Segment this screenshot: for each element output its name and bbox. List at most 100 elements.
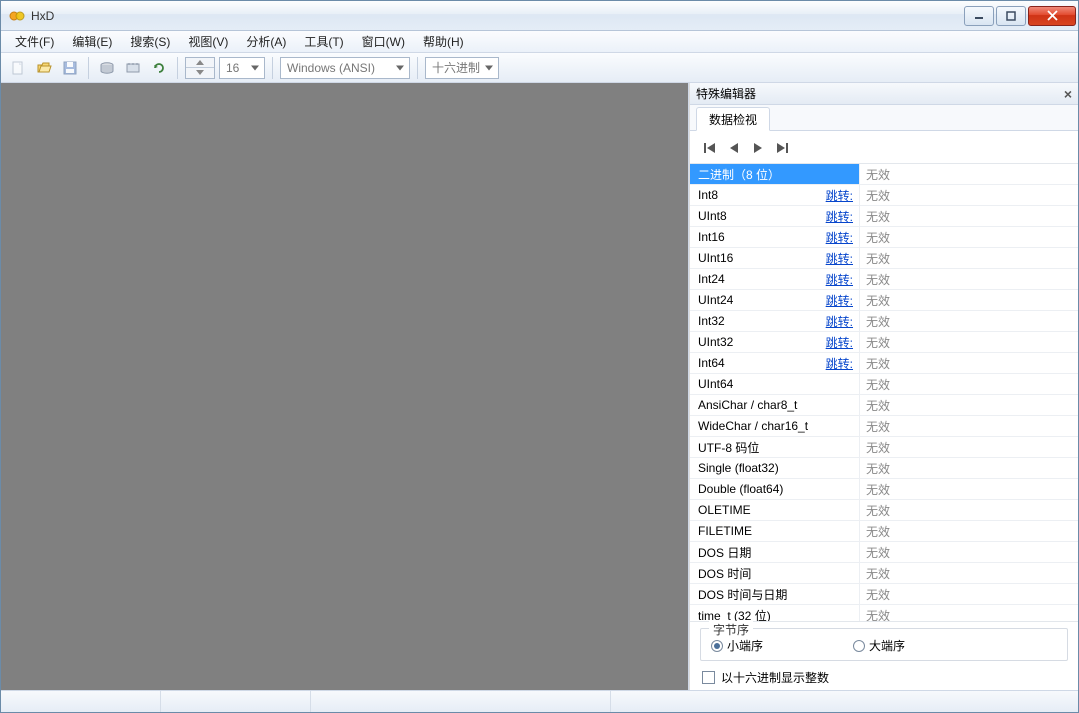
value-cell: 无效: [860, 229, 1078, 246]
minimize-button[interactable]: [964, 6, 994, 26]
value-cell: 无效: [860, 166, 1078, 183]
jump-link[interactable]: 跳转:: [826, 355, 853, 372]
save-button[interactable]: [59, 57, 81, 79]
client-area: 特殊编辑器 × 数据检视 二进制（8 位）无效Int8跳转:无效UInt8跳转:…: [1, 83, 1078, 690]
jump-link[interactable]: 跳转:: [826, 208, 853, 225]
value-cell: 无效: [860, 292, 1078, 309]
maximize-button[interactable]: [996, 6, 1026, 26]
byte-order-group: 字节序 小端序 大端序: [700, 628, 1068, 661]
inspector-row[interactable]: time_t (32 位) 无效: [690, 605, 1078, 622]
inspector-row[interactable]: DOS 时间 无效: [690, 563, 1078, 584]
menu-search[interactable]: 搜索(S): [122, 31, 178, 52]
next-button[interactable]: [748, 139, 768, 157]
menu-file[interactable]: 文件(F): [7, 31, 62, 52]
jump-link[interactable]: 跳转:: [826, 313, 853, 330]
panel-close-button[interactable]: ×: [1064, 86, 1072, 102]
type-cell: OLETIME: [690, 500, 860, 520]
type-name: DOS 时间: [698, 565, 751, 582]
encoding-select[interactable]: Windows (ANSI): [280, 57, 410, 79]
type-cell: Int8跳转:: [690, 185, 860, 205]
close-button[interactable]: [1028, 6, 1076, 26]
inspector-row[interactable]: FILETIME无效: [690, 521, 1078, 542]
menu-help[interactable]: 帮助(H): [415, 31, 472, 52]
prev-button[interactable]: [724, 139, 744, 157]
menu-analysis[interactable]: 分析(A): [238, 31, 294, 52]
menubar: 文件(F) 编辑(E) 搜索(S) 视图(V) 分析(A) 工具(T) 窗口(W…: [1, 31, 1078, 53]
inspector-options: 字节序 小端序 大端序 以十六进制显示整数: [690, 622, 1078, 690]
new-file-button[interactable]: [7, 57, 29, 79]
data-inspector-table[interactable]: 二进制（8 位）无效Int8跳转:无效UInt8跳转:无效Int16跳转:无效U…: [690, 163, 1078, 622]
tab-data-inspector[interactable]: 数据检视: [696, 107, 770, 131]
inspector-row[interactable]: Int64 跳转: 无效: [690, 353, 1078, 374]
panel-header: 特殊编辑器 ×: [690, 83, 1078, 105]
refresh-button[interactable]: [148, 57, 170, 79]
value-cell: 无效: [860, 439, 1078, 456]
jump-link[interactable]: 跳转:: [826, 334, 853, 351]
jump-link[interactable]: 跳转:: [826, 292, 853, 309]
step-down-icon[interactable]: [186, 68, 214, 78]
type-name: DOS 日期: [698, 544, 751, 561]
inspector-row[interactable]: OLETIME无效: [690, 500, 1078, 521]
menu-view[interactable]: 视图(V): [180, 31, 236, 52]
radio-big-endian[interactable]: 大端序: [853, 637, 905, 654]
last-button[interactable]: [772, 139, 792, 157]
inspector-row[interactable]: UInt24 跳转: 无效: [690, 290, 1078, 311]
inspector-row[interactable]: DOS 日期 无效: [690, 542, 1078, 563]
menu-edit[interactable]: 编辑(E): [64, 31, 120, 52]
first-button[interactable]: [700, 139, 720, 157]
hex-display-checkbox[interactable]: 以十六进制显示整数: [700, 667, 1068, 686]
menu-tools[interactable]: 工具(T): [296, 31, 351, 52]
value-cell: 无效: [860, 607, 1078, 623]
value-cell: 无效: [860, 565, 1078, 582]
inspector-row[interactable]: UInt64无效: [690, 374, 1078, 395]
inspector-row[interactable]: Int8跳转:无效: [690, 185, 1078, 206]
value-cell: 无效: [860, 187, 1078, 204]
bytes-stepper[interactable]: [185, 57, 215, 79]
inspector-row[interactable]: Double (float64)无效: [690, 479, 1078, 500]
inspector-row[interactable]: Int24跳转:无效: [690, 269, 1078, 290]
inspector-row[interactable]: UInt8跳转:无效: [690, 206, 1078, 227]
inspector-row[interactable]: Single (float32)无效: [690, 458, 1078, 479]
type-name: UInt24: [698, 293, 733, 307]
type-cell: Double (float64): [690, 479, 860, 499]
type-cell: DOS 日期: [690, 542, 860, 562]
value-cell: 无效: [860, 355, 1078, 372]
menu-window[interactable]: 窗口(W): [354, 31, 413, 52]
type-name: Int32: [698, 314, 725, 328]
jump-link[interactable]: 跳转:: [826, 187, 853, 204]
inspector-row[interactable]: 二进制（8 位） 无效: [690, 164, 1078, 185]
open-ram-button[interactable]: [122, 57, 144, 79]
value-cell: 无效: [860, 418, 1078, 435]
inspector-row[interactable]: UInt16跳转:无效: [690, 248, 1078, 269]
byte-order-legend: 字节序: [709, 621, 753, 638]
inspector-row[interactable]: DOS 时间与日期无效: [690, 584, 1078, 605]
type-name: Double (float64): [698, 482, 783, 496]
inspector-row[interactable]: Int16跳转:无效: [690, 227, 1078, 248]
value-cell: 无效: [860, 313, 1078, 330]
type-name: time_t (32 位): [698, 607, 771, 623]
inspector-row[interactable]: UInt32跳转:无效: [690, 332, 1078, 353]
inspector-row[interactable]: UTF-8 码位无效: [690, 437, 1078, 458]
statusbar: [1, 690, 1078, 712]
status-cell: [1, 691, 161, 712]
bytes-per-row-select[interactable]: 16: [219, 57, 265, 79]
radio-little-endian[interactable]: 小端序: [711, 637, 763, 654]
hex-editor-area[interactable]: [1, 83, 689, 690]
value-cell: 无效: [860, 544, 1078, 561]
inspector-row[interactable]: WideChar / char16_t无效: [690, 416, 1078, 437]
type-cell: time_t (32 位): [690, 605, 860, 622]
number-base-select[interactable]: 十六进制: [425, 57, 499, 79]
open-file-button[interactable]: [33, 57, 55, 79]
type-cell: UTF-8 码位: [690, 437, 860, 457]
type-name: UInt32: [698, 335, 733, 349]
jump-link[interactable]: 跳转:: [826, 250, 853, 267]
type-cell: Int16跳转:: [690, 227, 860, 247]
step-up-icon[interactable]: [186, 58, 214, 69]
jump-link[interactable]: 跳转:: [826, 229, 853, 246]
inspector-row[interactable]: AnsiChar / char8_t无效: [690, 395, 1078, 416]
jump-link[interactable]: 跳转:: [826, 271, 853, 288]
type-name: Int64: [698, 356, 725, 370]
open-disk-button[interactable]: [96, 57, 118, 79]
inspector-row[interactable]: Int32 跳转: 无效: [690, 311, 1078, 332]
type-name: 二进制（8 位）: [698, 166, 780, 183]
